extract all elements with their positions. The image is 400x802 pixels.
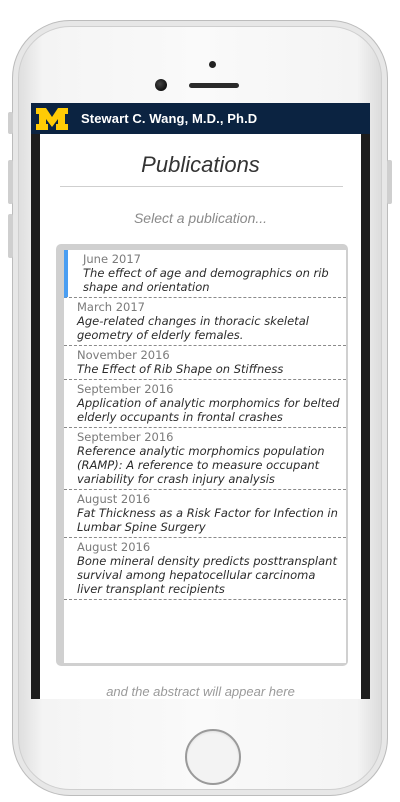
app-screen: Stewart C. Wang, M.D., Ph.D Publications… bbox=[31, 103, 370, 699]
page-title: Publications bbox=[141, 152, 260, 177]
content-panel: Publications Select a publication... Jun… bbox=[40, 134, 361, 699]
publication-list-frame: June 2017 The effect of age and demograph… bbox=[56, 244, 348, 666]
publication-date: June 2017 bbox=[83, 252, 141, 266]
university-logo bbox=[31, 103, 73, 134]
publication-title: The Effect of Rib Shape on Stiffness bbox=[77, 362, 284, 376]
publication-item[interactable]: August 2016 Fat Thickness as a Risk Facto… bbox=[64, 490, 346, 538]
publication-title: The effect of age and demographics on ri… bbox=[83, 266, 329, 294]
publication-title: Reference analytic morphomics population… bbox=[77, 444, 325, 486]
publication-date: March 2017 bbox=[77, 300, 145, 314]
select-prompt: Select a publication... bbox=[133, 210, 268, 226]
publication-title: Fat Thickness as a Risk Factor for Infec… bbox=[77, 506, 338, 534]
publication-item[interactable]: June 2017 The effect of age and demograph… bbox=[64, 250, 346, 298]
front-sensor bbox=[209, 61, 216, 68]
publication-title: Bone mineral density predicts posttransp… bbox=[77, 554, 337, 596]
home-button[interactable] bbox=[185, 729, 241, 785]
publication-item[interactable]: November 2016 The Effect of Rib Shape on … bbox=[64, 346, 346, 380]
header-title: Stewart C. Wang, M.D., Ph.D bbox=[81, 111, 258, 126]
power-button bbox=[387, 160, 392, 204]
publication-date: September 2016 bbox=[77, 430, 174, 444]
publication-list[interactable]: June 2017 The effect of age and demograph… bbox=[64, 250, 346, 663]
volume-up-button bbox=[8, 160, 13, 204]
publication-date: November 2016 bbox=[77, 348, 170, 362]
earpiece-speaker bbox=[189, 83, 239, 88]
publication-title: Application of analytic morphomics for b… bbox=[77, 396, 340, 424]
publication-item[interactable]: September 2016 Reference analytic morphom… bbox=[64, 428, 346, 490]
title-divider bbox=[60, 186, 343, 187]
publication-item[interactable]: March 2017 Age-related changes in thoraci… bbox=[64, 298, 346, 346]
volume-down-button bbox=[8, 214, 13, 258]
publication-date: September 2016 bbox=[77, 382, 174, 396]
publication-date: August 2016 bbox=[77, 540, 151, 554]
publication-date: August 2016 bbox=[77, 492, 151, 506]
app-header: Stewart C. Wang, M.D., Ph.D bbox=[31, 103, 370, 134]
publication-title: Age-related changes in thoracic skeletal… bbox=[77, 314, 309, 342]
front-camera bbox=[155, 79, 167, 91]
publication-item[interactable]: September 2016 Application of analytic mo… bbox=[64, 380, 346, 428]
block-m-icon bbox=[36, 107, 68, 130]
abstract-hint: and the abstract will appear here bbox=[106, 684, 295, 699]
mute-switch bbox=[8, 112, 13, 134]
publication-item[interactable]: August 2016 Bone mineral density predicts… bbox=[64, 538, 346, 600]
